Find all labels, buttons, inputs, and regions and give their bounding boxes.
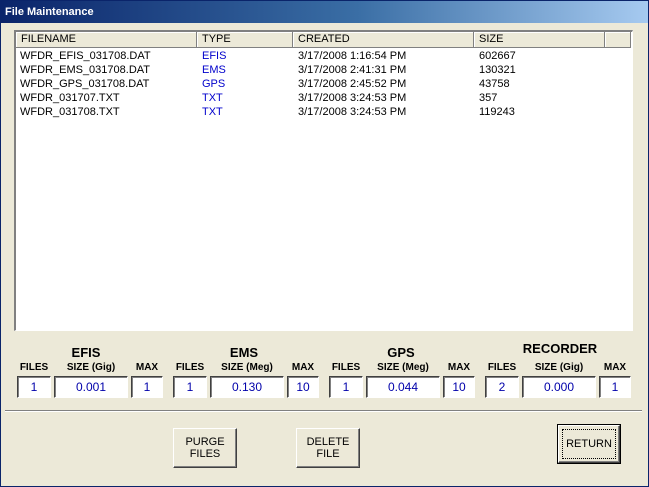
gps-files-field[interactable]: 1 xyxy=(329,376,363,398)
purge-button-label-line1: PURGE xyxy=(185,436,225,448)
table-row[interactable]: WFDR_031707.TXT TXT 3/17/2008 3:24:53 PM… xyxy=(16,91,631,105)
efis-max-label: MAX xyxy=(135,362,159,373)
cell-filename: WFDR_031708.TXT xyxy=(20,106,120,118)
efis-files-label: FILES xyxy=(19,362,49,373)
window-title[interactable]: File Maintenance xyxy=(1,1,648,23)
cell-created: 3/17/2008 3:24:53 PM xyxy=(298,106,407,118)
cell-type: TXT xyxy=(202,106,223,118)
table-row[interactable]: WFDR_EMS_031708.DAT EMS 3/17/2008 2:41:3… xyxy=(16,63,631,77)
cell-size: 43758 xyxy=(479,78,510,90)
cell-filename: WFDR_EMS_031708.DAT xyxy=(20,64,151,76)
column-header-type[interactable]: TYPE xyxy=(197,32,293,48)
efis-size-label: SIZE (Gig) xyxy=(66,362,116,373)
ems-group-title: EMS xyxy=(229,345,259,360)
recorder-size-field[interactable]: 0.000 xyxy=(522,376,596,398)
recorder-size-label: SIZE (Gig) xyxy=(534,362,584,373)
recorder-files-field[interactable]: 2 xyxy=(485,376,519,398)
efis-max-field[interactable]: 1 xyxy=(131,376,163,398)
column-header-filename[interactable]: FILENAME xyxy=(16,32,197,48)
delete-button-label-line2: FILE xyxy=(316,448,340,460)
file-maintenance-window: File Maintenance FILENAME TYPE CREATED S… xyxy=(0,0,649,487)
gps-size-field[interactable]: 0.044 xyxy=(366,376,440,398)
column-header-created[interactable]: CREATED xyxy=(293,32,474,48)
efis-size-field[interactable]: 0.001 xyxy=(54,376,128,398)
separator-highlight xyxy=(5,411,642,412)
efis-files-field[interactable]: 1 xyxy=(17,376,51,398)
gps-group-title: GPS xyxy=(387,345,415,360)
gps-size-label: SIZE (Meg) xyxy=(377,362,429,373)
cell-type: EMS xyxy=(202,64,226,76)
table-row[interactable]: WFDR_031708.TXT TXT 3/17/2008 3:24:53 PM… xyxy=(16,105,631,119)
cell-created: 3/17/2008 2:45:52 PM xyxy=(298,78,407,90)
stats-panel: EFIS FILES SIZE (Gig) MAX 1 0.001 1 EMS … xyxy=(1,341,649,403)
recorder-max-label: MAX xyxy=(603,362,627,373)
file-list-header: FILENAME TYPE CREATED SIZE xyxy=(16,32,631,48)
cell-filename: WFDR_GPS_031708.DAT xyxy=(20,78,150,90)
delete-file-button[interactable]: DELETE FILE xyxy=(296,428,360,468)
cell-created: 3/17/2008 1:16:54 PM xyxy=(298,50,407,62)
purge-button-label-line2: FILES xyxy=(189,448,221,460)
table-row[interactable]: WFDR_EFIS_031708.DAT EFIS 3/17/2008 1:16… xyxy=(16,49,631,63)
cell-type: EFIS xyxy=(202,50,227,62)
cell-size: 119243 xyxy=(479,106,515,118)
cell-type: TXT xyxy=(202,92,223,104)
cell-created: 3/17/2008 2:41:31 PM xyxy=(298,64,407,76)
column-header-size[interactable]: SIZE xyxy=(474,32,605,48)
gps-max-label: MAX xyxy=(447,362,471,373)
ems-size-field[interactable]: 0.130 xyxy=(210,376,284,398)
ems-max-label: MAX xyxy=(291,362,315,373)
gps-files-label: FILES xyxy=(331,362,361,373)
ems-files-label: FILES xyxy=(175,362,205,373)
ems-max-field[interactable]: 10 xyxy=(287,376,319,398)
recorder-files-label: FILES xyxy=(487,362,517,373)
ems-size-label: SIZE (Meg) xyxy=(221,362,273,373)
cell-filename: WFDR_EFIS_031708.DAT xyxy=(20,50,151,62)
efis-group-title: EFIS xyxy=(71,345,101,360)
file-list[interactable]: FILENAME TYPE CREATED SIZE WFDR_EFIS_031… xyxy=(14,30,633,331)
recorder-max-field[interactable]: 1 xyxy=(599,376,631,398)
delete-button-label-line1: DELETE xyxy=(306,436,350,448)
purge-files-button[interactable]: PURGE FILES xyxy=(173,428,237,468)
return-button-label: RETURN xyxy=(566,438,612,450)
recorder-group-title: RECORDER xyxy=(522,341,598,356)
cell-size: 357 xyxy=(479,92,498,104)
cell-filename: WFDR_031707.TXT xyxy=(20,92,120,104)
cell-type: GPS xyxy=(202,78,226,90)
return-button[interactable]: RETURN xyxy=(557,424,621,464)
cell-created: 3/17/2008 3:24:53 PM xyxy=(298,92,407,104)
table-row[interactable]: WFDR_GPS_031708.DAT GPS 3/17/2008 2:45:5… xyxy=(16,77,631,91)
cell-size: 130321 xyxy=(479,64,516,76)
gps-max-field[interactable]: 10 xyxy=(443,376,475,398)
cell-size: 602667 xyxy=(479,50,516,62)
ems-files-field[interactable]: 1 xyxy=(173,376,207,398)
column-header-filler xyxy=(605,32,631,48)
